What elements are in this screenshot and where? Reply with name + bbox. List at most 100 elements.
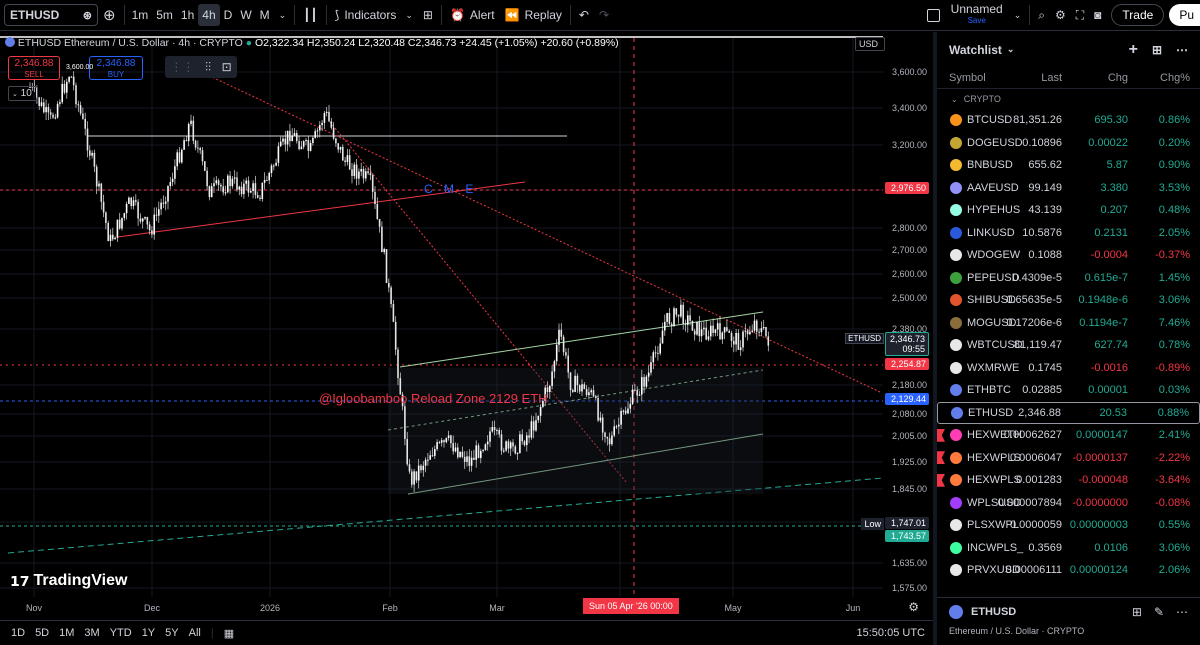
edit-icon[interactable]: ✎ [1154,605,1164,619]
layout-name-button[interactable]: Unnamed Save [945,0,1009,31]
watchlist-row[interactable]: BNBUSD 655.62 5.87 0.90% [937,154,1200,177]
detail-symbol[interactable]: ETHUSD [971,606,1016,618]
flag-icon[interactable] [937,451,945,465]
legend-symbol: ETHUSD [17,37,62,49]
price-chart[interactable]: 3,600.00 3,400.00 3,200.00 2,976.50 2,800.00… [0,32,933,619]
eth-logo-icon [5,37,15,47]
watchlist-row[interactable]: AAVEUSD 99.149 3.380 3.53% [937,177,1200,200]
candle-body [703,327,705,330]
watchlist-row[interactable]: HEXWPLS 0.0006047 -0.0000137 -2.22% [937,447,1200,470]
chevron-down-icon[interactable]: ⌄ [274,0,292,31]
watchlist-row[interactable]: ETHBTC 0.02885 0.00001 0.03% [937,379,1200,402]
range-3m[interactable]: 3M [79,627,104,639]
replay-button[interactable]: ⏪ Replay [500,0,567,31]
add-symbol-icon[interactable]: + [1129,41,1138,59]
publish-button[interactable]: Pu [1169,4,1200,26]
timeframe-D[interactable]: D [220,4,237,26]
utc-clock[interactable]: 15:50:05 UTC [852,627,933,639]
quantity-field[interactable]: ⌄ 10 [8,86,38,101]
candle-body [643,377,645,387]
buy-button[interactable]: 2,346.88 BUY [89,56,143,80]
watchlist-row[interactable]: INCWPLS_ 0.3569 0.0106 3.06% [937,537,1200,560]
row-last: 0.02885 [1022,384,1062,397]
drag-handle-icon[interactable]: ⋮⋮ [170,60,194,74]
candle-body [181,149,183,163]
camera-icon[interactable]: ◙ [1089,0,1106,31]
candle-body [332,127,335,139]
candles-icon[interactable]: ┃┃ [298,0,322,31]
watchlist-row[interactable]: HEXWETH 0.00062627 0.0000147 2.41% [937,424,1200,447]
currency-selector[interactable]: USD [855,37,885,51]
object-tree-icon[interactable]: ⊡ [222,60,232,74]
grid-icon[interactable]: ⊞ [1132,605,1142,619]
watchlist-row[interactable]: DOGEUSD 0.10896 0.00022 0.20% [937,132,1200,155]
chart-area[interactable]: 3,600.00 3,400.00 3,200.00 2,976.50 2,800.00… [0,32,933,619]
alert-button[interactable]: ⏰ Alert [445,0,500,31]
watchlist-row[interactable]: LINKUSD 10.5876 0.2131 2.05% [937,222,1200,245]
timeframe-1h[interactable]: 1h [177,4,198,26]
candle-body [753,320,756,331]
layout-checkbox[interactable] [922,0,945,31]
candle-body [539,406,542,416]
more-icon[interactable]: ⋯ [1176,605,1188,619]
range-ytd[interactable]: YTD [105,627,137,639]
quick-search-icon[interactable]: ⌕ [1033,0,1050,31]
timeframe-1m[interactable]: 1m [128,4,153,26]
candle-body [624,410,627,414]
compare-icon[interactable]: ⊛ [83,9,92,22]
chevron-down-icon[interactable]: ⌄ [1009,0,1027,31]
col-chg-pct[interactable]: Chg% [1160,72,1190,84]
sell-button[interactable]: 2,346.88 SELL [8,56,60,80]
watchlist-row[interactable]: ETHUSD 2,346.88 20.53 0.88% [937,401,1200,424]
range-1m[interactable]: 1M [54,627,79,639]
timeframe-4h[interactable]: 4h [198,4,220,26]
more-icon[interactable]: ⋯ [1176,43,1188,57]
tradingview-text: TradingView [33,572,128,589]
range-1d[interactable]: 1D [6,627,30,639]
candle-body [716,323,719,330]
table-view-icon[interactable]: ⊞ [1152,43,1162,57]
gear-icon[interactable]: ⚙ [1050,0,1071,31]
watchlist-row[interactable]: SHIBUSD 0.65635e-5 0.1948e-6 3.06% [937,289,1200,312]
time-tick-label: Jun [846,603,861,613]
watchlist-row[interactable]: PLSXWPL 0.0000059 0.00000003 0.55% [937,514,1200,537]
range-1y[interactable]: 1Y [137,627,160,639]
timeframe-M[interactable]: M [256,4,274,26]
watchlist-row[interactable]: HYPEHUS 43.139 0.207 0.48% [937,199,1200,222]
range-all[interactable]: All [184,627,206,639]
redo-icon[interactable]: ↷ [594,0,614,31]
trade-button[interactable]: Trade [1111,4,1165,26]
fullscreen-icon[interactable]: ⛶ [1071,0,1089,31]
date-range-icon[interactable]: ▦ [219,627,239,640]
section-header[interactable]: ⌄ CRYPTO [937,89,1200,109]
layouts-icon[interactable]: ⊞ [418,0,438,31]
col-chg[interactable]: Chg [1108,72,1128,84]
chevron-down-icon[interactable]: ⌄ [1007,44,1015,55]
symbol-search[interactable]: ETHUSD ⊛ [4,4,98,26]
watchlist-row[interactable]: WPLSUSD 0.000007894 -0.0000000 -0.08% [937,492,1200,515]
watchlist-row[interactable]: BTCUSD 81,351.26 695.30 0.86% [937,109,1200,132]
indicator-template-icon[interactable]: ⫶⫶ [205,60,211,75]
watchlist-row[interactable]: WDOGEW 0.1088 -0.0004 -0.37% [937,244,1200,267]
col-symbol[interactable]: Symbol [949,72,986,84]
watchlist-row[interactable]: PRVXUSD 0.00006111 0.00000124 2.06% [937,559,1200,582]
candle-body [512,442,514,447]
watchlist-row[interactable]: WBTCUSD 81,119.47 627.74 0.78% [937,334,1200,357]
col-last[interactable]: Last [1041,72,1062,84]
range-5y[interactable]: 5Y [160,627,183,639]
gear-icon[interactable]: ⚙ [908,600,919,614]
watchlist-row[interactable]: HEXWPLS 0.001283 -0.000048 -3.64% [937,469,1200,492]
flag-icon[interactable] [937,428,945,442]
candle-body [652,352,655,363]
add-symbol-icon[interactable]: ⊕ [98,0,121,31]
undo-icon[interactable]: ↶ [574,0,594,31]
timeframe-5m[interactable]: 5m [152,4,177,26]
watchlist-row[interactable]: PEPEUSD 0.4309e-5 0.615e-7 1.45% [937,267,1200,290]
watchlist-row[interactable]: MOGUSD 0.17206e-6 0.1194e-7 7.46% [937,312,1200,335]
timeframe-W[interactable]: W [236,4,255,26]
watchlist-row[interactable]: WXMRWE 0.1745 -0.0016 -0.89% [937,357,1200,380]
flag-icon[interactable] [937,473,945,487]
indicators-button[interactable]: ⟆ Indicators ⌄ [330,0,418,31]
watchlist-title[interactable]: Watchlist [949,43,1002,57]
range-5d[interactable]: 5D [30,627,54,639]
